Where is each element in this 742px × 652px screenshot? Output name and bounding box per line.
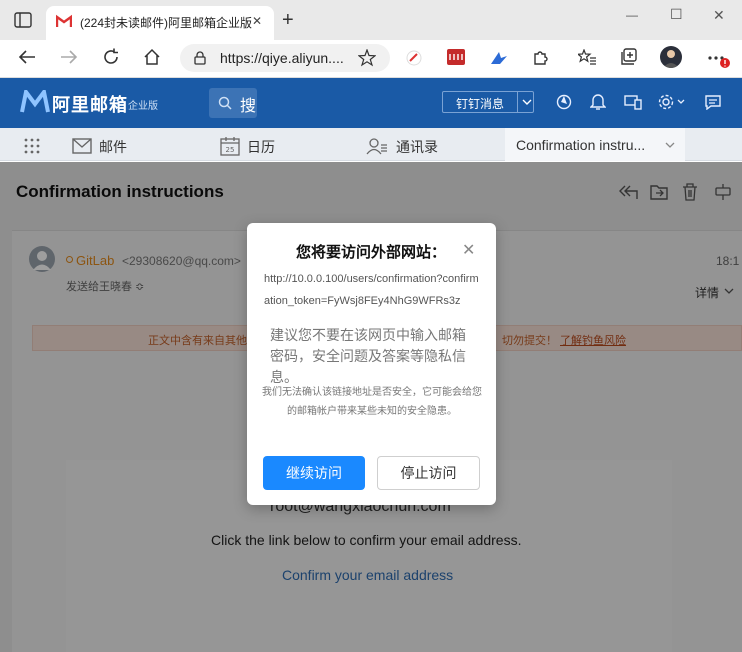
logo-subtitle: 企业版 xyxy=(128,101,158,112)
tab-dropdown-icon[interactable] xyxy=(664,140,676,150)
maximize-button[interactable]: ☐ xyxy=(670,6,683,23)
app-grid-icon[interactable] xyxy=(24,138,40,154)
svg-text:25: 25 xyxy=(226,146,235,154)
dialog-title: 您将要访问外部网站： xyxy=(296,244,447,261)
nav-mail[interactable]: 邮件 xyxy=(99,137,127,157)
profile-avatar[interactable] xyxy=(660,46,682,68)
bell-icon[interactable] xyxy=(590,93,606,111)
home-icon[interactable] xyxy=(143,48,161,66)
tab-actions-icon[interactable] xyxy=(14,12,32,28)
minimize-button[interactable]: — xyxy=(626,8,638,22)
theme-icon[interactable] xyxy=(556,94,572,110)
continue-button[interactable]: 继续访问 xyxy=(263,456,365,490)
aliyun-mail-logo-icon[interactable] xyxy=(20,90,50,114)
dingding-label: 钉钉消息 xyxy=(456,97,505,111)
calendar-icon[interactable]: 25 xyxy=(220,136,240,156)
tab-title: (224封未读邮件)阿里邮箱企业版 xyxy=(80,16,253,30)
collections-icon[interactable] xyxy=(620,48,638,66)
search-icon[interactable] xyxy=(218,96,232,110)
lock-icon[interactable] xyxy=(194,51,206,65)
dialog-note: 我们无法确认该链接地址是否安全，它可能会给您的邮箱帐户带来某些未知的安全隐患。 xyxy=(262,387,482,417)
tab-confirmation-label: Confirmation instru... xyxy=(516,137,646,153)
contacts-icon[interactable] xyxy=(366,137,388,155)
extension-bird-icon[interactable] xyxy=(490,50,508,66)
gmail-favicon-icon xyxy=(56,14,72,28)
reload-icon[interactable] xyxy=(102,48,120,66)
feedback-icon[interactable] xyxy=(705,94,721,110)
stop-button[interactable]: 停止访问 xyxy=(377,456,480,490)
close-window-button[interactable]: ✕ xyxy=(713,7,725,24)
url-text[interactable]: https://qiye.aliyun.... xyxy=(220,50,344,66)
favorites-icon[interactable] xyxy=(578,49,596,65)
favorite-add-icon[interactable] xyxy=(358,49,376,67)
forward-icon[interactable] xyxy=(60,49,78,65)
mail-icon[interactable] xyxy=(72,138,92,154)
new-tab-button[interactable]: + xyxy=(282,9,294,32)
extension-red-icon[interactable] xyxy=(406,50,422,66)
nav-contacts[interactable]: 通讯录 xyxy=(396,137,438,157)
devices-icon[interactable] xyxy=(624,94,642,110)
search-placeholder: 搜 xyxy=(240,98,257,115)
gear-icon[interactable] xyxy=(658,93,686,111)
dialog-url: http://10.0.0.100/users/confirmation?con… xyxy=(264,273,479,307)
back-icon[interactable] xyxy=(18,49,36,65)
logo-text: 阿里邮箱 xyxy=(52,95,128,115)
dialog-advice: 建议您不要在该网页中输入邮箱密码，安全问题及答案等隐私信息。 xyxy=(270,327,466,385)
settings-more-icon[interactable] xyxy=(708,55,732,69)
tab-close-icon[interactable]: ✕ xyxy=(252,14,262,28)
dialog-close-icon[interactable]: ✕ xyxy=(462,240,475,260)
chevron-down-icon[interactable] xyxy=(517,91,535,113)
extensions-puzzle-icon[interactable] xyxy=(532,48,550,66)
extension-box-icon[interactable] xyxy=(447,49,465,65)
nav-calendar[interactable]: 日历 xyxy=(247,137,275,157)
